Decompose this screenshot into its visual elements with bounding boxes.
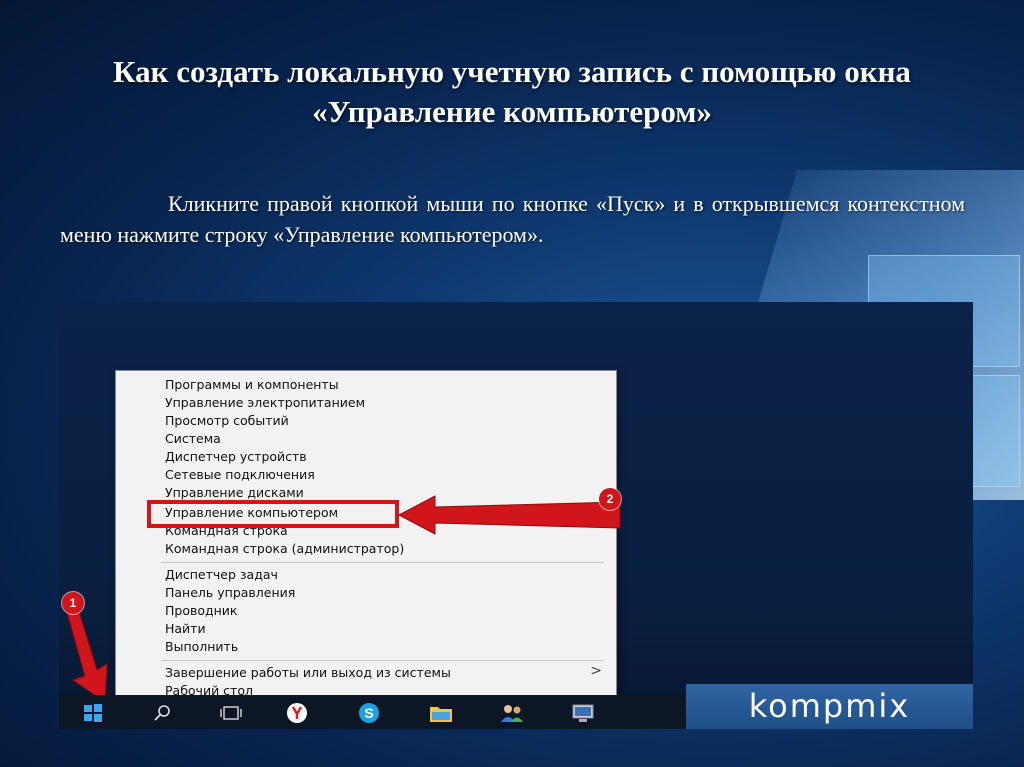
yandex-browser-icon[interactable] [285, 702, 309, 724]
people-icon[interactable] [500, 702, 524, 724]
menu-item-network[interactable]: Сетевые подключения [165, 466, 315, 484]
menu-separator [161, 660, 604, 661]
screenshot-panel: Программы и компоненты Управление электр… [59, 302, 973, 729]
menu-item-programs[interactable]: Программы и компоненты [165, 376, 339, 394]
menu-item-search[interactable]: Найти [165, 620, 206, 638]
submenu-arrow-icon: > [590, 663, 602, 679]
task-view-icon[interactable] [219, 702, 243, 724]
watermark-logo: kompmix [686, 684, 973, 729]
menu-item-event-viewer[interactable]: Просмотр событий [165, 412, 289, 430]
step-badge-1: 1 [62, 592, 84, 614]
slide-instruction-text: Кликните правой кнопкой мыши по кнопке «… [60, 191, 965, 247]
slide-title: Как создать локальную учетную запись с п… [113, 54, 911, 129]
highlight-box-computer-management [147, 500, 399, 528]
red-arrow-pointer-icon [397, 495, 621, 535]
menu-item-system[interactable]: Система [165, 430, 221, 448]
menu-item-cmd-admin[interactable]: Командная строка (администратор) [165, 540, 404, 558]
menu-item-run[interactable]: Выполнить [165, 638, 238, 656]
computer-icon[interactable] [571, 702, 595, 724]
svg-text:S: S [364, 705, 373, 721]
menu-item-device-manager[interactable]: Диспетчер устройств [165, 448, 307, 466]
step-badge-2: 2 [599, 488, 621, 510]
menu-item-shutdown[interactable]: Завершение работы или выход из системы [165, 664, 451, 682]
skype-icon[interactable]: S [357, 702, 381, 724]
search-icon[interactable] [150, 702, 174, 724]
menu-separator [161, 562, 604, 563]
menu-item-power[interactable]: Управление электропитанием [165, 394, 365, 412]
file-explorer-icon[interactable] [429, 702, 453, 724]
windows-start-icon[interactable] [81, 702, 105, 724]
menu-item-task-manager[interactable]: Диспетчер задач [165, 566, 278, 584]
red-arrow-down-icon [66, 611, 108, 703]
menu-item-control-panel[interactable]: Панель управления [165, 584, 295, 602]
menu-item-explorer[interactable]: Проводник [165, 602, 238, 620]
